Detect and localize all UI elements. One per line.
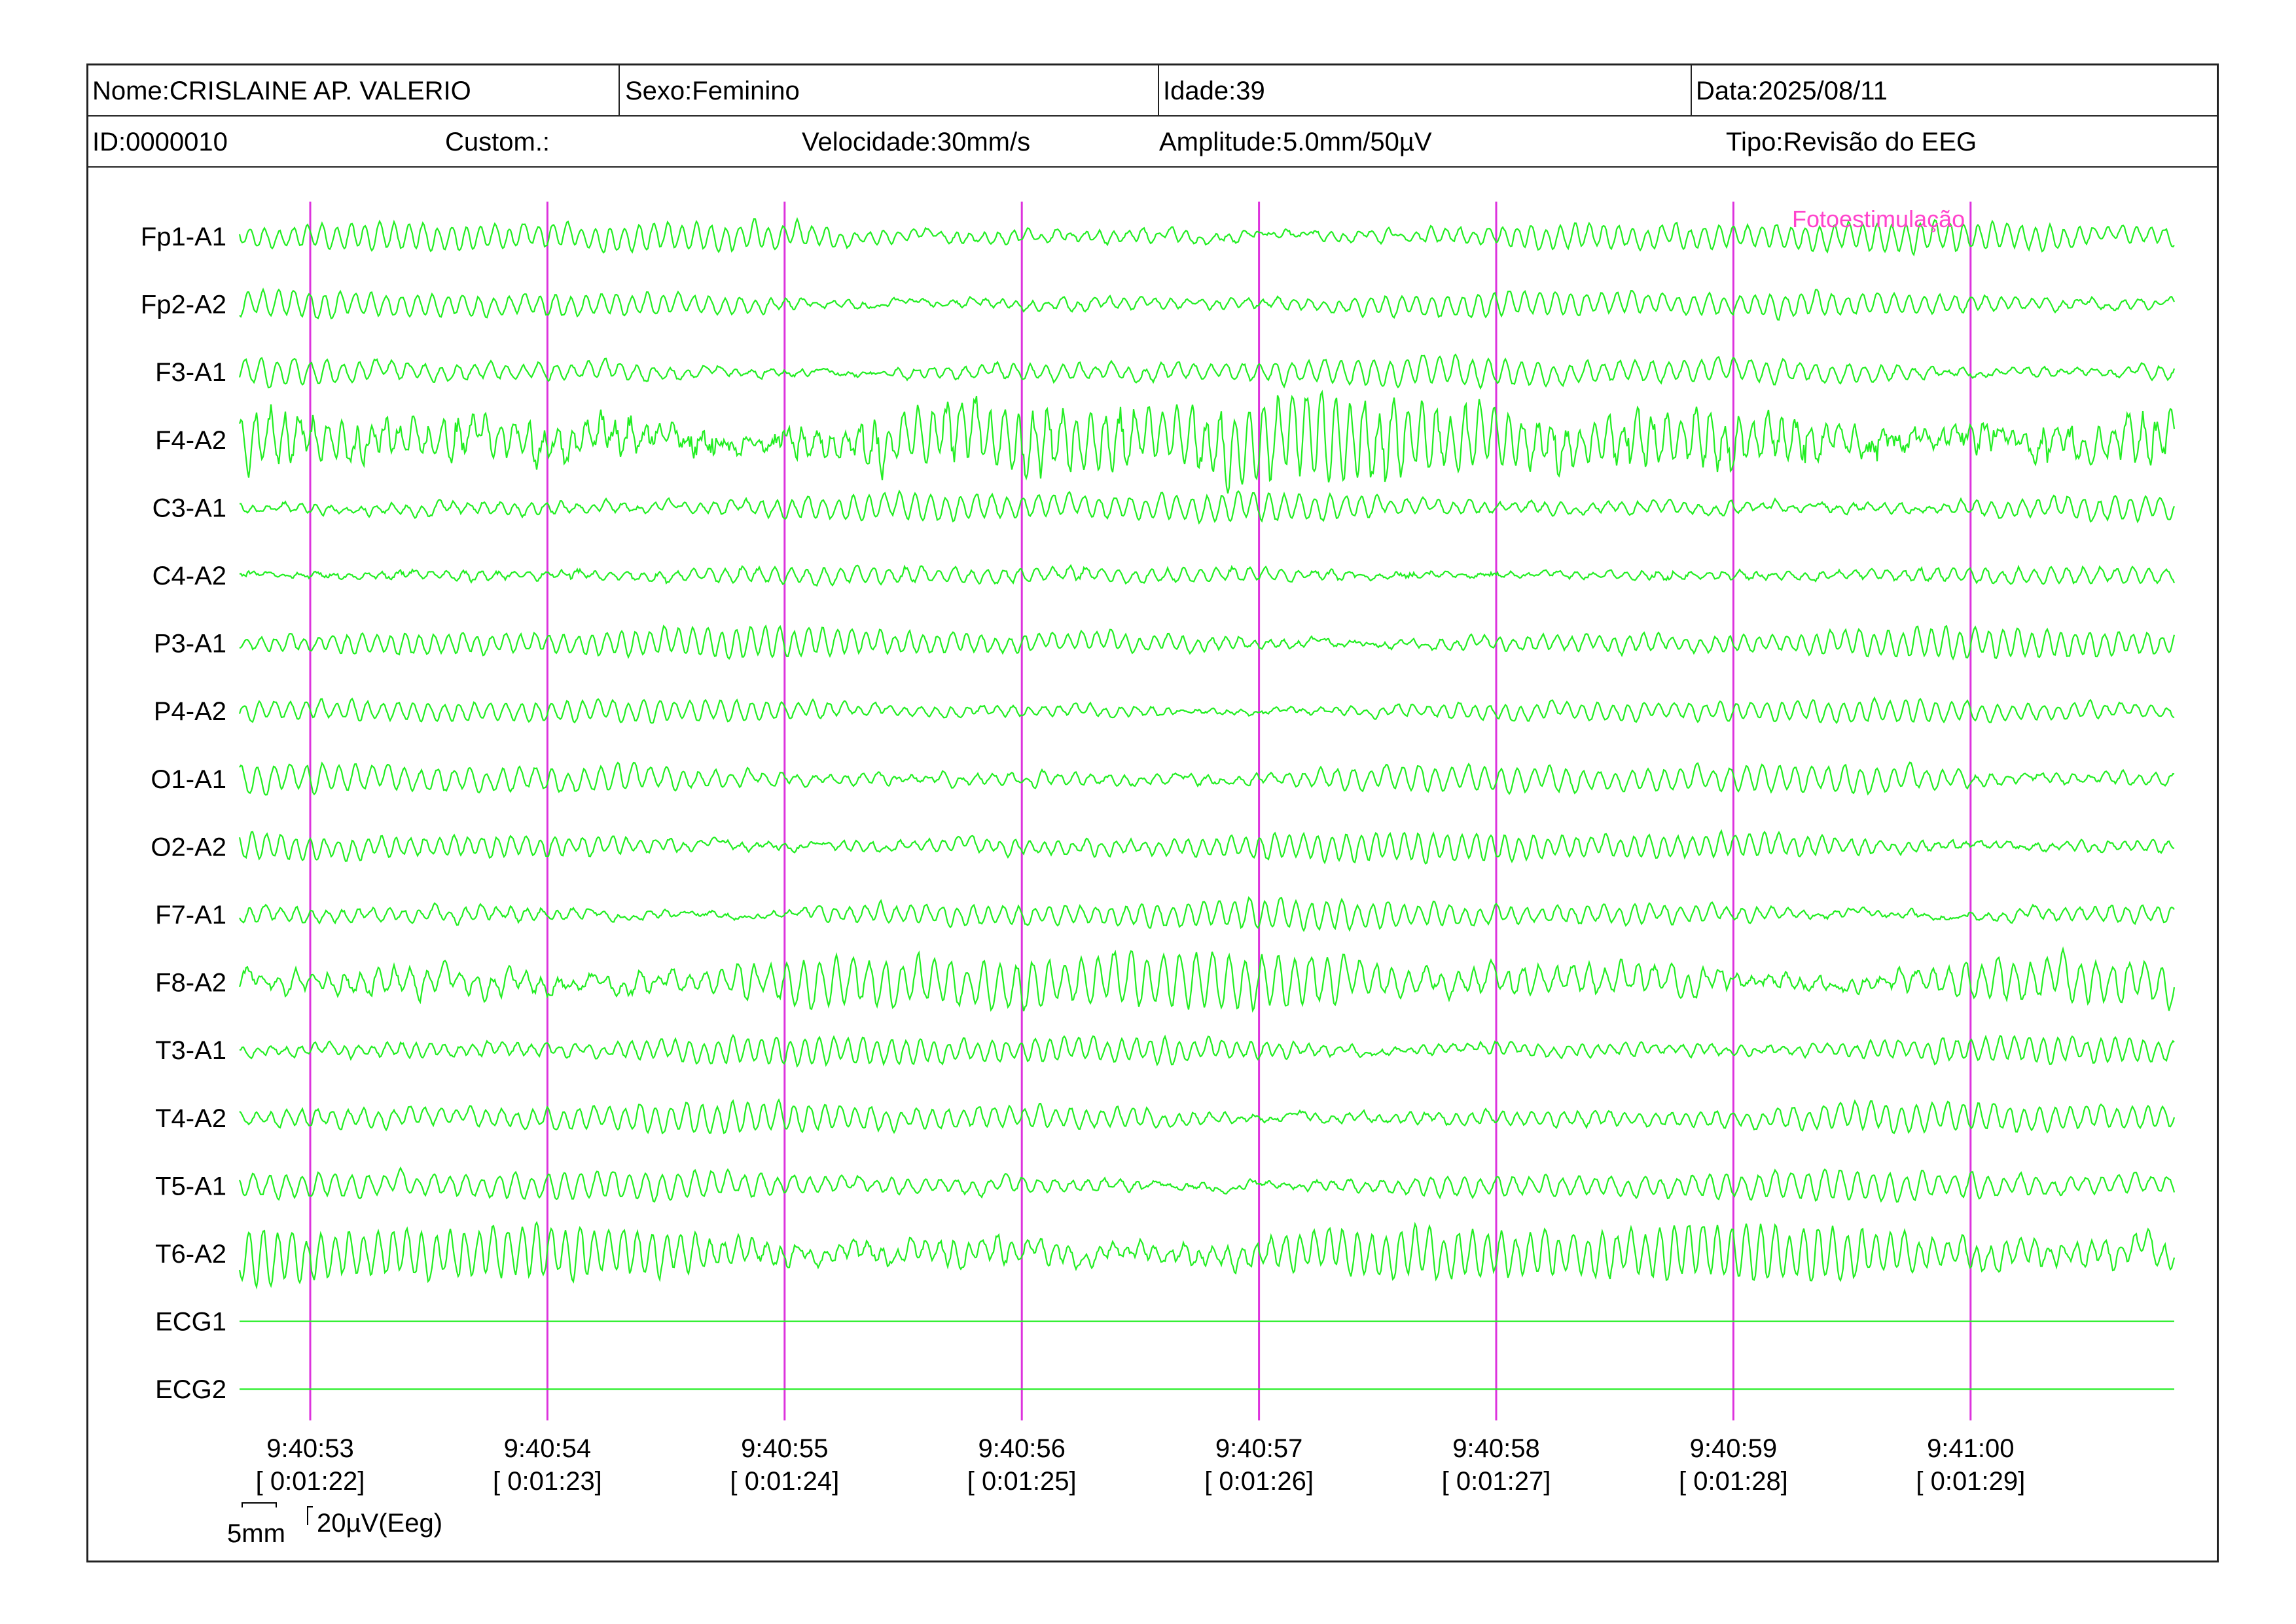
channel-label: F4-A2 bbox=[155, 426, 226, 455]
eeg-trace bbox=[239, 564, 2176, 587]
eeg-trace bbox=[239, 761, 2175, 796]
channel-label: F8-A2 bbox=[155, 969, 226, 998]
elapsed-label: [ 0:01:29] bbox=[1916, 1467, 2025, 1496]
channel-label: Fp2-A2 bbox=[141, 291, 226, 319]
channel-label: P3-A1 bbox=[154, 630, 226, 659]
eeg-traces-chart: Fp1-A1 Fp2-A2 F3-A1 F4-A2 C3-A1 C4-A2 P3-A1 P4-… bbox=[141, 202, 2176, 1548]
channel-label: T4-A2 bbox=[155, 1104, 226, 1133]
eeg-trace bbox=[239, 1034, 2175, 1068]
eeg-trace bbox=[239, 287, 2175, 321]
eeg-trace bbox=[238, 946, 2176, 1013]
channel-label: C3-A1 bbox=[152, 494, 226, 522]
channel-label: C4-A2 bbox=[152, 562, 226, 590]
channel-label: ECG1 bbox=[155, 1308, 226, 1337]
elapsed-label: [ 0:01:27] bbox=[1442, 1467, 1551, 1496]
channel-label: P4-A2 bbox=[154, 697, 226, 726]
eeg-trace bbox=[240, 489, 2176, 525]
channel-label: O2-A2 bbox=[151, 833, 226, 861]
channel-label: Fp1-A1 bbox=[141, 223, 226, 251]
eeg-trace bbox=[239, 624, 2176, 661]
eeg-trace bbox=[239, 895, 2175, 933]
time-label: 9:40:58 bbox=[1452, 1434, 1539, 1463]
eeg-trace bbox=[239, 1098, 2176, 1135]
channel-label: F7-A1 bbox=[155, 901, 226, 929]
photostimulation-annotation: Fotoestimulação bbox=[1792, 206, 1965, 232]
elapsed-label: [ 0:01:25] bbox=[967, 1467, 1077, 1496]
scale-amplitude-label: 20µV(Eeg) bbox=[317, 1509, 442, 1538]
eeg-trace bbox=[238, 1221, 2176, 1290]
time-label: 9:40:59 bbox=[1690, 1434, 1777, 1463]
eeg-trace bbox=[238, 696, 2175, 725]
time-label: 9:40:55 bbox=[741, 1434, 828, 1463]
eeg-trace bbox=[238, 829, 2175, 865]
eeg-trace bbox=[238, 353, 2176, 390]
channel-label: F3-A1 bbox=[155, 358, 226, 387]
channel-label: ECG2 bbox=[155, 1375, 226, 1404]
scale-time-label: 5mm bbox=[227, 1519, 285, 1548]
channel-label: T5-A1 bbox=[155, 1172, 226, 1200]
channel-label: T3-A1 bbox=[155, 1036, 226, 1065]
elapsed-label: [ 0:01:22] bbox=[256, 1467, 365, 1496]
time-label: 9:40:53 bbox=[266, 1434, 353, 1463]
time-label: 9:41:00 bbox=[1927, 1434, 2014, 1463]
time-label: 9:40:57 bbox=[1215, 1434, 1302, 1463]
time-label: 9:40:54 bbox=[504, 1434, 591, 1463]
time-label: 9:40:56 bbox=[978, 1434, 1065, 1463]
eeg-trace bbox=[238, 389, 2176, 494]
elapsed-label: [ 0:01:24] bbox=[730, 1467, 839, 1496]
channel-label: T6-A2 bbox=[155, 1240, 226, 1269]
channel-label: O1-A1 bbox=[151, 765, 226, 794]
eeg-trace bbox=[238, 1166, 2176, 1203]
elapsed-label: [ 0:01:26] bbox=[1204, 1467, 1314, 1496]
scale-bar: 5mm 20µV(Eeg) bbox=[227, 1502, 442, 1548]
elapsed-label: [ 0:01:23] bbox=[493, 1467, 602, 1496]
elapsed-label: [ 0:01:28] bbox=[1679, 1467, 1788, 1496]
